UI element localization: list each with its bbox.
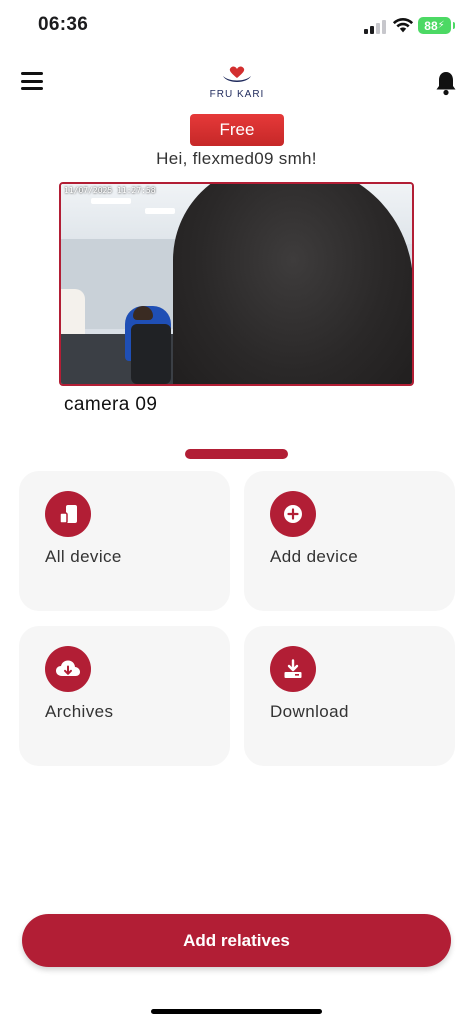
all-device-tile[interactable]: All device (19, 471, 230, 611)
camera-name[interactable]: camera 09 (64, 394, 157, 416)
heart-hand-logo-icon (223, 66, 251, 82)
logo-text: FRU KARI (209, 89, 265, 100)
battery-level: 88 (424, 18, 438, 33)
add-device-tile[interactable]: Add device (244, 471, 455, 611)
home-indicator[interactable] (151, 1009, 322, 1014)
wifi-icon (392, 18, 414, 33)
devices-icon (45, 491, 91, 537)
feed-light (91, 198, 131, 204)
bell-icon[interactable] (434, 70, 458, 96)
plan-badge: Free (190, 114, 284, 146)
camera-feed[interactable]: 11/07/2025 11:27:58 (59, 182, 414, 386)
cellular-signal-icon (364, 20, 386, 34)
battery-charging-icon: 88 ⚡ (418, 17, 455, 34)
feed-lens-obstruction (173, 184, 412, 384)
archives-label: Archives (45, 702, 114, 721)
brand-logo: FRU KARI (206, 64, 268, 102)
feed-light (145, 208, 175, 214)
download-tray-icon (270, 646, 316, 692)
feed-timestamp: 11/07/2025 11:27:58 (64, 186, 156, 195)
status-bar: 06:36 88 ⚡ (0, 0, 473, 52)
feed-chair (131, 324, 171, 384)
all-device-label: All device (45, 547, 122, 566)
add-relatives-button[interactable]: Add relatives (22, 914, 451, 967)
drag-handle[interactable] (185, 449, 288, 459)
download-label: Download (270, 702, 349, 721)
hamburger-menu-icon[interactable] (21, 72, 43, 90)
archives-tile[interactable]: Archives (19, 626, 230, 766)
add-device-label: Add device (270, 547, 359, 566)
status-time: 06:36 (38, 14, 89, 35)
download-tile[interactable]: Download (244, 626, 455, 766)
feed-person-head (133, 306, 153, 320)
cloud-download-icon (45, 646, 91, 692)
plus-circle-icon (270, 491, 316, 537)
greeting-text: Hei, flexmed09 smh! (156, 149, 317, 168)
